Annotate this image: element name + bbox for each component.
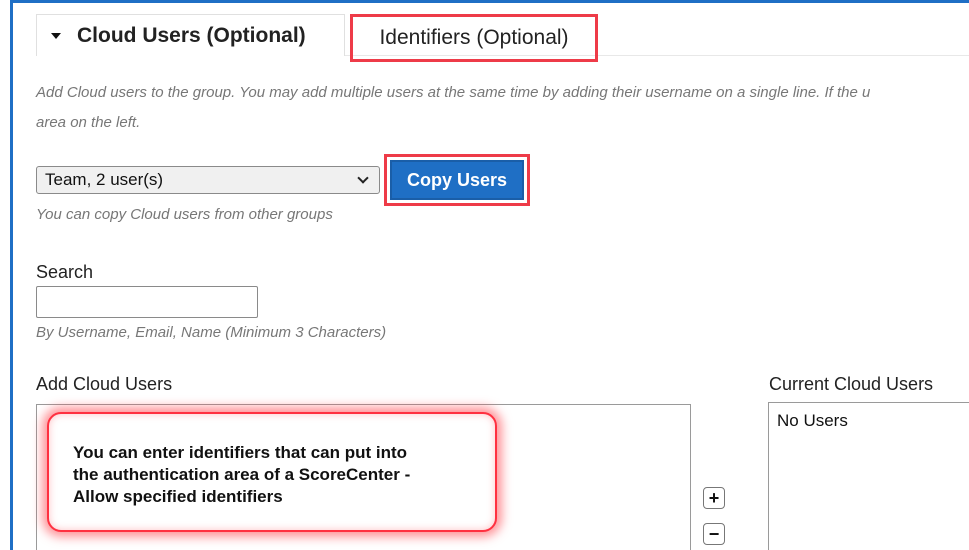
add-user-button[interactable]: + — [703, 487, 725, 509]
copy-users-note: You can copy Cloud users from other grou… — [36, 206, 333, 223]
group-select[interactable]: Team, 2 user(s) — [36, 166, 380, 194]
minus-icon: − — [708, 524, 720, 544]
tab-identifiers[interactable]: Identifiers (Optional) — [350, 14, 598, 62]
plus-icon: + — [708, 488, 720, 508]
current-cloud-users-label: Current Cloud Users — [769, 374, 934, 394]
help-text-line-2: area on the left. — [36, 114, 141, 131]
search-hint: By Username, Email, Name (Minimum 3 Char… — [36, 324, 387, 341]
caret-down-icon — [51, 32, 61, 39]
tab-cloud-users[interactable]: Cloud Users (Optional) — [36, 14, 345, 56]
tab-cloud-users-label: Cloud Users (Optional) — [77, 23, 306, 47]
add-cloud-users-label: Add Cloud Users — [36, 374, 173, 394]
remove-user-button[interactable]: − — [703, 523, 725, 545]
help-text-line-1: Add Cloud users to the group. You may ad… — [36, 84, 871, 101]
group-select-value: Team, 2 user(s) — [45, 170, 164, 189]
copy-users-highlight: Copy Users — [384, 154, 530, 206]
chevron-down-icon — [357, 171, 369, 184]
current-users-empty: No Users — [777, 411, 848, 430]
search-label: Search — [36, 262, 94, 282]
callout-annotation: You can enter identifiers that can put i… — [47, 412, 497, 532]
help-text: Add Cloud users to the group. You may ad… — [36, 78, 969, 138]
callout-line-3: Allow specified identifiers — [73, 487, 283, 506]
callout-line-2: the authentication area of a ScoreCenter… — [73, 465, 411, 484]
search-input[interactable] — [36, 286, 258, 318]
copy-users-button[interactable]: Copy Users — [390, 160, 524, 200]
tab-identifiers-label: Identifiers (Optional) — [379, 26, 569, 49]
callout-line-1: You can enter identifiers that can put i… — [73, 443, 408, 462]
current-cloud-users-list[interactable]: No Users — [768, 402, 969, 550]
